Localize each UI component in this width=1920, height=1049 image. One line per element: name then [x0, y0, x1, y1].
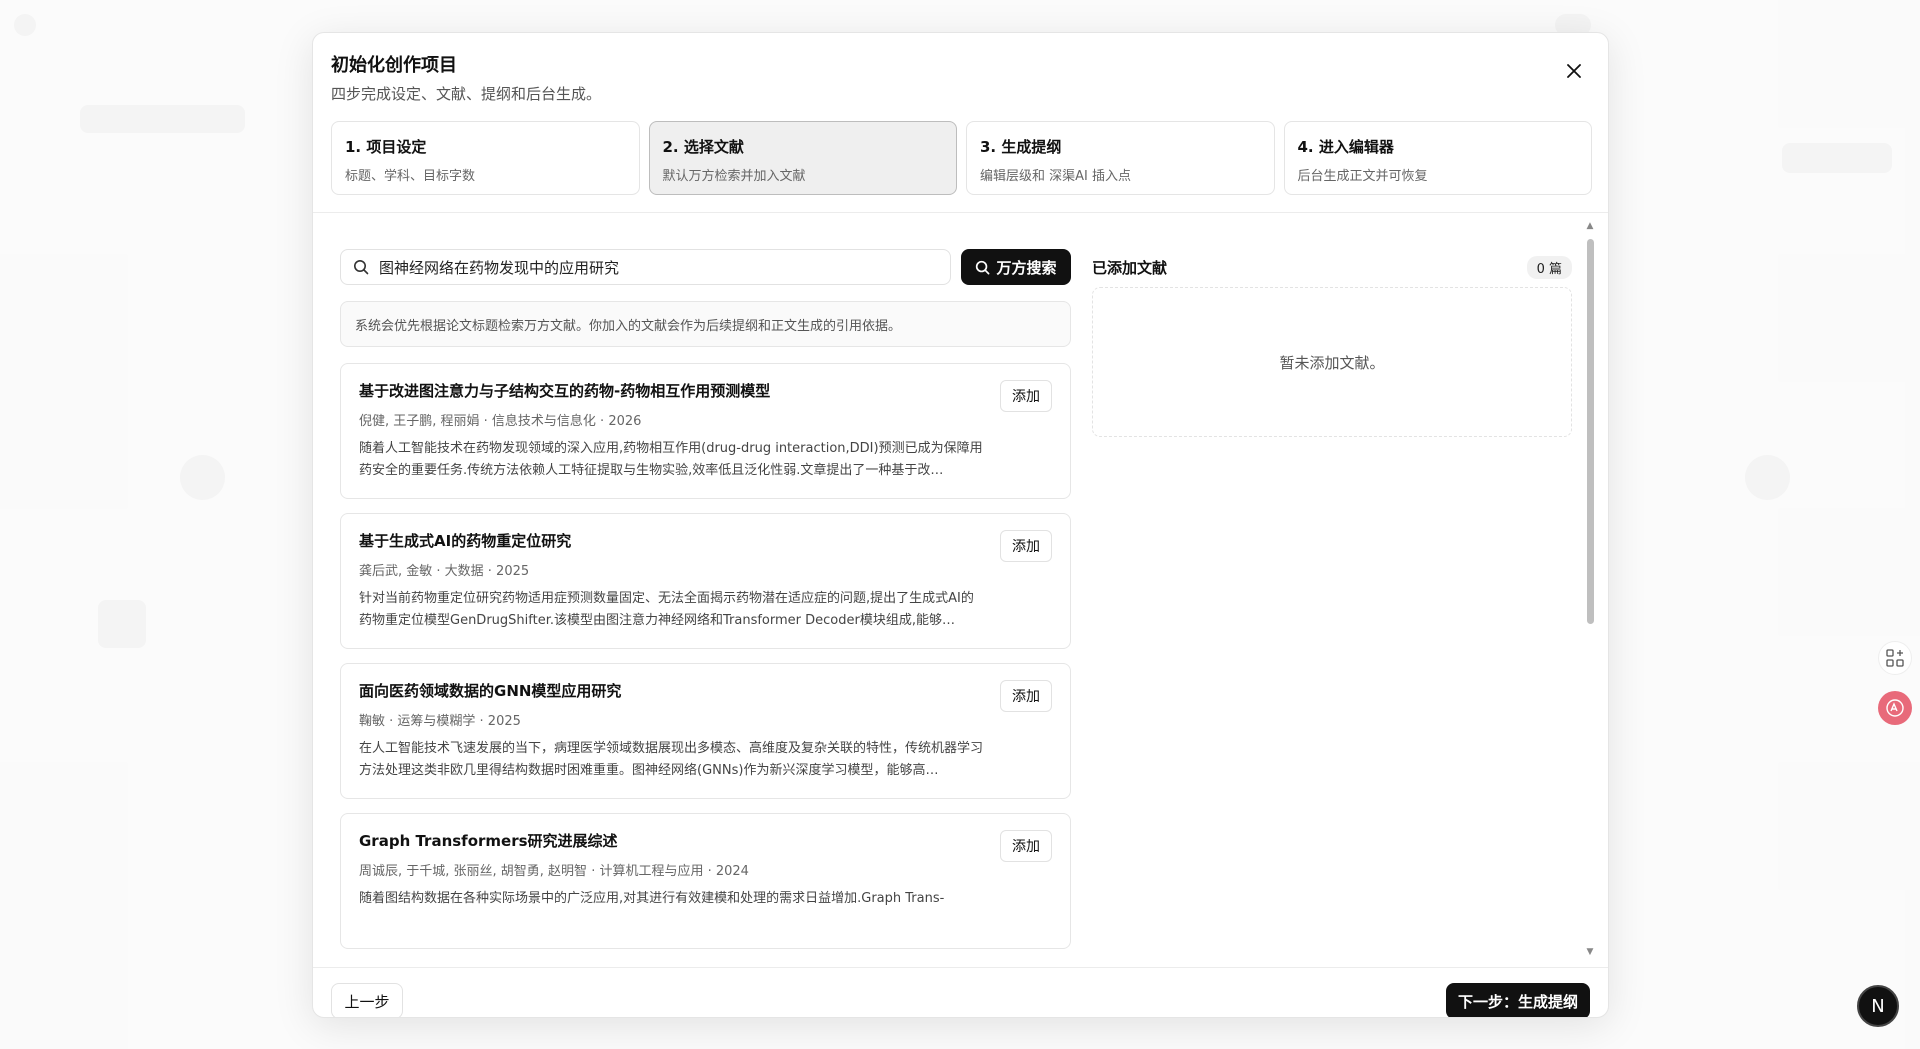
added-title: 已添加文献 [1092, 258, 1168, 277]
added-header: 已添加文献 0 篇 [1092, 249, 1572, 285]
search-panel: 图神经网络在药物发现中的应用研究 万方搜索 系统会优先根据论文标题检索万方文献。… [340, 249, 1071, 949]
translate-button[interactable] [1878, 691, 1912, 725]
dialog-footer: 上一步 下一步：生成提纲 [313, 967, 1608, 1017]
result-abstract: 在人工智能技术飞速发展的当下，病理医学领域数据展现出多模态、高维度及复杂关联的特… [359, 741, 984, 778]
result-abstract: 针对当前药物重定位研究药物适用症预测数量固定、无法全面揭示药物潜在适应症的问题,… [359, 591, 974, 628]
search-icon [976, 260, 990, 274]
step-enter-editor[interactable]: 4. 进入编辑器 后台生成正文并可恢复 [1283, 121, 1592, 195]
result-meta: 倪健, 王子鹏, 程丽娟 · 信息技术与信息化 · 2026 [359, 414, 642, 429]
previous-step-button[interactable]: 上一步 [331, 983, 403, 1017]
init-project-dialog: 初始化创作项目 四步完成设定、文献、提纲和后台生成。 1. 项目设定 标题、学科… [312, 32, 1609, 1018]
result-abstract: 随着图结构数据在各种实际场景中的广泛应用,对其进行有效建模和处理的需求日益增加.… [359, 891, 945, 906]
result-card: 基于改进图注意力与子结构交互的药物-药物相互作用预测模型 倪健, 王子鹏, 程丽… [340, 363, 1071, 499]
dialog-header: 初始化创作项目 四步完成设定、文献、提纲和后台生成。 [331, 51, 1590, 104]
result-title: 基于生成式AI的药物重定位研究 [359, 532, 572, 550]
vertical-scrollbar[interactable]: ▲ ▼ [1585, 221, 1595, 957]
result-meta: 鞠敏 · 运筹与模糊学 · 2025 [359, 714, 521, 729]
result-card: Graph Transformers研究进展综述 周诚辰, 于千城, 张丽丝, … [340, 813, 1071, 949]
result-abstract: 随着人工智能技术在药物发现领域的深入应用,药物相互作用(drug-drug in… [359, 441, 983, 478]
add-button[interactable]: 添加 [1000, 830, 1052, 862]
result-card: 基于生成式AI的药物重定位研究 龚后武, 金敏 · 大数据 · 2025 针对当… [340, 513, 1071, 649]
step-title: 3. 生成提纲 [980, 138, 1062, 156]
step-desc: 默认万方检索并加入文献 [662, 169, 806, 184]
close-icon [1567, 64, 1581, 78]
step-desc: 标题、学科、目标字数 [345, 169, 476, 184]
search-button-label: 万方搜索 [996, 258, 1057, 277]
step-title: 2. 选择文献 [662, 138, 744, 156]
dialog-title: 初始化创作项目 [331, 55, 457, 76]
added-literature-panel: 已添加文献 0 篇 暂未添加文献。 [1092, 249, 1572, 437]
result-meta: 龚后武, 金敏 · 大数据 · 2025 [359, 564, 530, 579]
step-desc: 编辑层级和 深渠AI 插入点 [980, 169, 1131, 184]
apps-add-icon [1886, 649, 1904, 667]
dialog-subtitle: 四步完成设定、文献、提纲和后台生成。 [331, 85, 602, 103]
result-meta: 周诚辰, 于千城, 张丽丝, 胡智勇, 赵明智 · 计算机工程与应用 · 202… [359, 864, 749, 879]
add-button[interactable]: 添加 [1000, 530, 1052, 562]
added-empty-state: 暂未添加文献。 [1092, 287, 1572, 437]
dialog-body[interactable]: 图神经网络在药物发现中的应用研究 万方搜索 系统会优先根据论文标题检索万方文献。… [313, 213, 1608, 967]
step-generate-outline[interactable]: 3. 生成提纲 编辑层级和 深渠AI 插入点 [966, 121, 1275, 195]
scrollbar-thumb[interactable] [1587, 239, 1594, 624]
added-count-badge: 0 篇 [1526, 255, 1572, 279]
result-list: 基于改进图注意力与子结构交互的药物-药物相互作用预测模型 倪健, 王子鹏, 程丽… [340, 363, 1071, 949]
step-title: 4. 进入编辑器 [1297, 138, 1394, 156]
search-input-value: 图神经网络在药物发现中的应用研究 [379, 258, 620, 277]
result-title: Graph Transformers研究进展综述 [359, 832, 618, 850]
step-title: 1. 项目设定 [345, 138, 427, 156]
translate-icon [1886, 699, 1904, 717]
search-icon [354, 260, 369, 275]
user-avatar[interactable]: N [1857, 985, 1899, 1027]
step-desc: 后台生成正文并可恢复 [1297, 169, 1428, 184]
result-card: 面向医药领域数据的GNN模型应用研究 鞠敏 · 运筹与模糊学 · 2025 在人… [340, 663, 1071, 799]
apps-add-button[interactable] [1878, 641, 1912, 675]
step-project-settings[interactable]: 1. 项目设定 标题、学科、目标字数 [331, 121, 640, 195]
add-button[interactable]: 添加 [1000, 380, 1052, 412]
add-button[interactable]: 添加 [1000, 680, 1052, 712]
scroll-down-icon[interactable]: ▼ [1585, 947, 1595, 957]
scroll-up-icon[interactable]: ▲ [1585, 221, 1595, 231]
close-button[interactable] [1558, 55, 1590, 87]
search-hint: 系统会优先根据论文标题检索万方文献。你加入的文献会作为后续提纲和正文生成的引用依… [340, 301, 1071, 347]
step-select-literature[interactable]: 2. 选择文献 默认万方检索并加入文献 [648, 121, 957, 195]
next-step-button[interactable]: 下一步：生成提纲 [1445, 983, 1590, 1017]
result-title: 面向医药领域数据的GNN模型应用研究 [359, 682, 622, 700]
wanfang-search-button[interactable]: 万方搜索 [961, 249, 1071, 285]
stepper: 1. 项目设定 标题、学科、目标字数 2. 选择文献 默认万方检索并加入文献 3… [331, 121, 1592, 195]
result-title: 基于改进图注意力与子结构交互的药物-药物相互作用预测模型 [359, 382, 771, 400]
search-input[interactable]: 图神经网络在药物发现中的应用研究 [340, 249, 951, 285]
search-row: 图神经网络在药物发现中的应用研究 万方搜索 [340, 249, 1071, 285]
